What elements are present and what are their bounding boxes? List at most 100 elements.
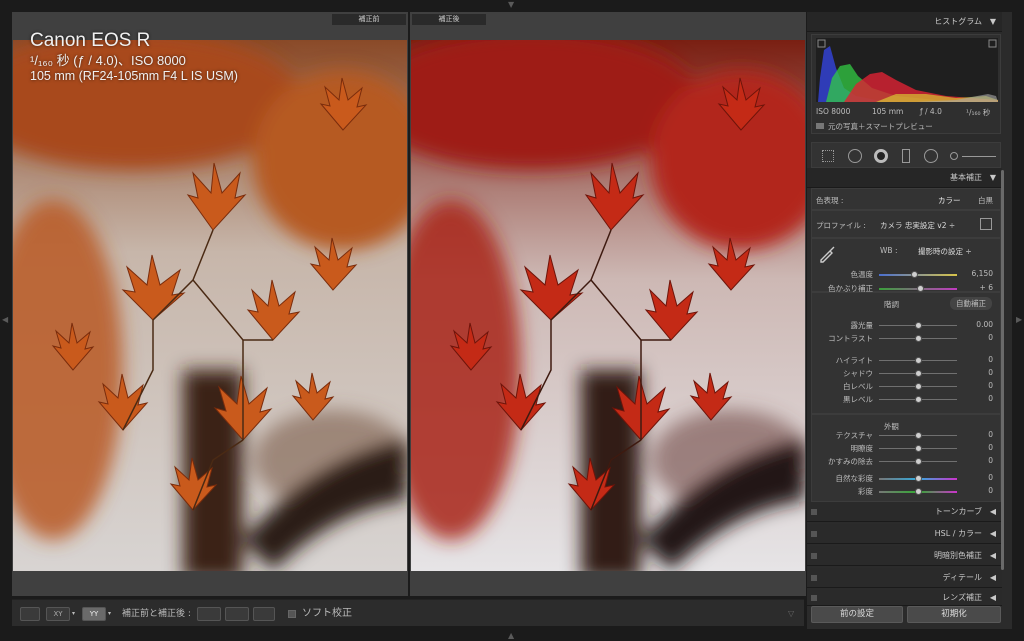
slider-value[interactable]: 0 bbox=[963, 443, 993, 452]
tone-curve-title: トーンカーブ bbox=[934, 507, 982, 516]
panel-scrollbar[interactable] bbox=[1001, 170, 1004, 570]
after-pane: 補正後 bbox=[410, 12, 806, 596]
split-toning-title: 明暗別色補正 bbox=[934, 551, 982, 560]
copy-after-to-before-button[interactable] bbox=[225, 607, 249, 621]
slider-handle[interactable] bbox=[915, 357, 922, 364]
slider-handle[interactable] bbox=[915, 488, 922, 495]
after-label: 補正後 bbox=[412, 14, 486, 25]
right-panel-toggle-icon[interactable]: ▶ bbox=[1016, 316, 1022, 324]
expand-triangle-icon: ◀ bbox=[989, 593, 996, 602]
left-panel-toggle-icon[interactable]: ◀ bbox=[2, 316, 8, 324]
slider-value[interactable]: 0 bbox=[963, 473, 993, 482]
loupe-view-button[interactable] bbox=[20, 607, 40, 621]
tool-strip bbox=[811, 142, 1001, 168]
slider-value[interactable]: 0 bbox=[963, 394, 993, 403]
lens-header[interactable]: レンズ補正 ◀ bbox=[807, 590, 1002, 606]
wb-eyedropper-icon[interactable] bbox=[820, 245, 836, 263]
slider-value[interactable]: 0 bbox=[963, 381, 993, 390]
basic-header[interactable]: 基本補正 ▼ bbox=[807, 168, 1002, 188]
crop-tool-icon[interactable] bbox=[822, 150, 834, 162]
slider-label: 明瞭度 bbox=[850, 444, 874, 453]
hsl-title: HSL / カラー bbox=[934, 529, 982, 538]
profile-dropdown[interactable]: カメラ 忠実設定 v2 ÷ bbox=[880, 220, 955, 231]
auto-tone-button[interactable]: 自動補正 bbox=[950, 297, 992, 310]
swap-before-after-button[interactable] bbox=[253, 607, 275, 621]
treatment-row: 色表現 : カラー 白黒 bbox=[811, 188, 1001, 210]
slider-label: シャドウ bbox=[843, 369, 873, 378]
reset-button[interactable]: 初期化 bbox=[907, 606, 1001, 623]
slider-label: 白レベル bbox=[843, 382, 873, 391]
slider-label: 色温度 bbox=[850, 270, 874, 279]
copy-before-to-after-button[interactable] bbox=[197, 607, 221, 621]
radial-filter-icon[interactable] bbox=[924, 149, 938, 163]
spot-removal-icon[interactable] bbox=[848, 149, 862, 163]
slider-handle[interactable] bbox=[915, 458, 922, 465]
before-after-dropdown-icon[interactable]: ▾ bbox=[108, 607, 111, 621]
before-after-view-button[interactable]: YY bbox=[82, 607, 106, 621]
slider-label: テクスチャ bbox=[835, 431, 873, 440]
bottom-panel-toggle-icon[interactable]: ▲ bbox=[508, 632, 514, 640]
graduated-filter-icon[interactable] bbox=[902, 149, 910, 163]
histogram-box: ISO 8000 105 mm ƒ / 4.0 ¹/₁₆₀ 秒 元の写真＋スマー… bbox=[811, 34, 1001, 134]
treatment-bw-button[interactable]: 白黒 bbox=[978, 195, 993, 206]
slider-handle[interactable] bbox=[915, 335, 922, 342]
compare-dropdown-icon[interactable]: ▾ bbox=[72, 607, 75, 621]
panel-switch-icon[interactable] bbox=[811, 553, 817, 559]
slider-handle[interactable] bbox=[915, 445, 922, 452]
adjustment-brush-icon[interactable] bbox=[950, 152, 958, 160]
split-toning-header[interactable]: 明暗別色補正 ◀ bbox=[807, 546, 1002, 566]
histogram-header[interactable]: ヒストグラム ▼ bbox=[807, 12, 1002, 32]
top-panel-toggle-icon[interactable]: ▼ bbox=[508, 1, 514, 9]
panel-switch-icon[interactable] bbox=[811, 595, 817, 601]
before-after-preview: 補正前 Canon EOS R ¹/₁₆₀ 秒 (ƒ / 4.0)、ISO 80… bbox=[12, 12, 806, 596]
detail-header[interactable]: ディテール ◀ bbox=[807, 568, 1002, 588]
histogram-title: ヒストグラム bbox=[934, 17, 982, 26]
slider-value[interactable]: 0 bbox=[963, 368, 993, 377]
toolbar-menu-icon[interactable]: ▽ bbox=[788, 607, 794, 621]
slider-handle[interactable] bbox=[915, 475, 922, 482]
panel-switch-icon[interactable] bbox=[811, 575, 817, 581]
panel-switch-icon[interactable] bbox=[811, 509, 817, 515]
shadow-clipping-icon[interactable] bbox=[817, 39, 826, 48]
highlight-clipping-icon[interactable] bbox=[988, 39, 997, 48]
red-eye-icon[interactable] bbox=[874, 149, 888, 163]
slider-value[interactable]: 0 bbox=[963, 333, 993, 342]
profile-label: プロファイル : bbox=[816, 221, 866, 230]
slider-value[interactable]: 0.00 bbox=[963, 320, 993, 329]
slider-value[interactable]: + 6 bbox=[963, 283, 993, 292]
before-photo bbox=[13, 40, 407, 571]
previous-settings-button[interactable]: 前の設定 bbox=[811, 606, 903, 623]
detail-title: ディテール bbox=[942, 573, 982, 582]
hsl-header[interactable]: HSL / カラー ◀ bbox=[807, 524, 1002, 544]
wb-label: WB : bbox=[880, 246, 898, 255]
soft-proof-label: ソフト校正 bbox=[302, 608, 352, 619]
slider-value[interactable]: 0 bbox=[963, 430, 993, 439]
compare-view-button[interactable]: XY bbox=[46, 607, 70, 621]
basic-title: 基本補正 bbox=[950, 173, 982, 182]
slider-handle[interactable] bbox=[915, 322, 922, 329]
profile-browser-icon[interactable] bbox=[980, 218, 992, 230]
slider-handle[interactable] bbox=[915, 432, 922, 439]
slider-value[interactable]: 6,150 bbox=[963, 269, 993, 278]
panel-switch-icon[interactable] bbox=[811, 531, 817, 537]
tone-curve-header[interactable]: トーンカーブ ◀ bbox=[807, 502, 1002, 522]
expand-triangle-icon: ◀ bbox=[989, 529, 996, 538]
compare-label: 補正前と補正後 : bbox=[122, 609, 191, 619]
collapse-triangle-icon: ▼ bbox=[989, 17, 996, 26]
soft-proof-checkbox[interactable] bbox=[288, 610, 296, 618]
histogram-graph bbox=[816, 38, 998, 102]
slider-handle[interactable] bbox=[915, 383, 922, 390]
expand-triangle-icon: ◀ bbox=[989, 551, 996, 560]
wb-dropdown[interactable]: 撮影時の設定 ÷ bbox=[918, 246, 972, 257]
slider-label: 彩度 bbox=[858, 487, 873, 496]
slider-handle[interactable] bbox=[915, 370, 922, 377]
slider-value[interactable]: 0 bbox=[963, 355, 993, 364]
expand-triangle-icon: ◀ bbox=[989, 507, 996, 516]
slider-handle[interactable] bbox=[915, 396, 922, 403]
slider-value[interactable]: 0 bbox=[963, 486, 993, 495]
lens-info: 105 mm (RF24-105mm F4 L IS USM) bbox=[30, 69, 238, 83]
slider-label: 色かぶり補正 bbox=[828, 284, 873, 293]
collapse-triangle-icon: ▼ bbox=[989, 173, 996, 182]
slider-value[interactable]: 0 bbox=[963, 456, 993, 465]
treatment-color-button[interactable]: カラー bbox=[938, 195, 961, 206]
